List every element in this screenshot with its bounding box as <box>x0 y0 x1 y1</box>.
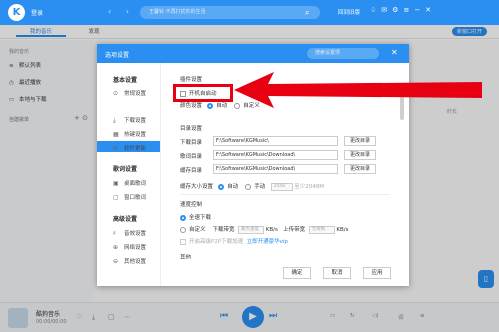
section-directory: 目录设置 <box>180 126 203 132</box>
network-icon: ⊕ <box>113 244 119 251</box>
window-controls: ♤ ✉ ⚙ ≡ − ✕ <box>370 6 436 14</box>
nav-item-hotkey[interactable]: ▦ 热键设置 <box>113 130 146 138</box>
download-icon: ⤓ <box>113 117 116 124</box>
download-dir-button[interactable]: 更改目录 <box>344 136 376 146</box>
cache-auto-radio[interactable] <box>218 183 225 190</box>
ok-button[interactable]: 确定 <box>283 267 311 279</box>
desktop-lyrics-icon: ▣ <box>113 180 119 187</box>
nav-group-advanced: 高级设置 <box>113 216 138 223</box>
dialog-title: 选项设置 <box>105 52 130 59</box>
lyrics-dir-label: 歌词目录 <box>180 154 203 160</box>
section-other: 其他 <box>180 255 192 259</box>
return-old-version-link[interactable]: 回到旧版 <box>338 8 360 16</box>
cache-size-input[interactable]: 2048 <box>270 182 293 191</box>
download-dir-input[interactable]: F:\Software\KGMusic\ <box>213 136 338 146</box>
speed-custom-row: 自定义 下载带宽 最大速度 KB/s 上传带宽 无限制 KB/s <box>180 225 349 234</box>
nav-item-window-lyrics[interactable]: ▢ 窗口歌词 <box>113 193 146 201</box>
vip-link[interactable]: 立即开通豪华vip <box>247 239 288 245</box>
p2p-row: 开启高级P2P下载加速 立即开通豪华vip <box>180 237 288 245</box>
color-auto-radio[interactable] <box>207 102 214 109</box>
settings-icon[interactable]: ⚙ <box>392 6 398 14</box>
login-link[interactable]: 登录 <box>31 8 43 17</box>
keyboard-icon: ▦ <box>113 131 119 138</box>
apply-button[interactable]: 应用 <box>363 267 391 279</box>
title-bar: K 登录 ‹ › ↻ 王馨铃 不再打扰你的生活 ⌕ 回到旧版 ♤ ✉ ⚙ ≡ − ✕ <box>0 0 499 25</box>
divider <box>180 194 390 195</box>
annotation-arrow-icon <box>234 72 482 108</box>
speed-custom-radio[interactable] <box>180 226 186 233</box>
nav-group-basic: 基本设置 <box>113 77 138 84</box>
upload-bw-select[interactable]: 无限制 <box>308 225 335 234</box>
annotation-highlight-box <box>173 84 233 102</box>
nav-item-sound[interactable]: ♯ 音效设置 <box>113 229 146 237</box>
download-dir-label: 下载目录 <box>180 140 203 146</box>
nav-item-other[interactable]: ⊖ 其他设置 <box>113 257 146 265</box>
nav-item-download[interactable]: ⤓ 下载设置 <box>113 116 146 125</box>
kugou-logo: K <box>8 4 25 21</box>
nav-item-plugin[interactable]: ılı 插件设置 <box>113 103 146 111</box>
p2p-checkbox[interactable] <box>180 238 186 245</box>
nav-group-lyrics: 歌词设置 <box>113 166 138 173</box>
lyrics-dir-button[interactable]: 更改目录 <box>344 150 376 160</box>
section-plugin: 插件设置 <box>180 77 203 83</box>
minimize-icon[interactable]: − <box>414 6 420 14</box>
close-icon[interactable]: ✕ <box>391 48 398 57</box>
equalizer-icon: ♯ <box>113 230 116 237</box>
cancel-button[interactable]: 取消 <box>323 267 351 279</box>
settings-icon: ⊙ <box>113 90 119 97</box>
cache-dir-button[interactable]: 更改目录 <box>344 164 376 174</box>
nav-item-update[interactable]: ⊚ 软件更新 <box>113 144 146 152</box>
radio-dot[interactable] <box>180 214 186 221</box>
plugin-icon: ılı <box>113 104 119 111</box>
dialog-header: 选项设置 搜索设置项 ✕ <box>97 44 409 63</box>
more-icon: ⊖ <box>113 258 119 265</box>
cache-size-row: 缓存大小设置 自动 手动 2048 至少2048M <box>180 182 325 191</box>
close-icon[interactable]: ✕ <box>425 6 431 14</box>
search-icon[interactable]: ⌕ <box>305 8 309 18</box>
cache-dir-input[interactable]: F:\Software\KGMusic\Download\ <box>213 164 338 174</box>
dialog-nav: 基本设置 ⊙ 常规设置 ılı 插件设置 ⤓ 下载设置 ▦ 热键设置 ⊚ 软件更新 歌词设… <box>97 63 161 286</box>
lyrics-dir-input[interactable]: F:\Software\KGMusic\Download\ <box>213 150 338 160</box>
update-icon: ⊚ <box>113 145 119 152</box>
search-input[interactable]: 王馨铃 不再打扰你的生活 <box>140 6 320 19</box>
nav-item-desktop-lyrics[interactable]: ▣ 桌面歌词 <box>113 179 146 187</box>
window-lyrics-icon: ▢ <box>113 194 119 201</box>
cache-manual-radio[interactable] <box>245 183 252 190</box>
skin-icon[interactable]: ♤ <box>370 6 376 14</box>
cache-dir-label: 缓存目录 <box>180 168 203 174</box>
dialog-search-input[interactable]: 搜索设置项 <box>307 48 379 59</box>
message-icon[interactable]: ✉ <box>381 6 387 14</box>
download-bw-select[interactable]: 最大速度 <box>238 225 265 234</box>
section-speed: 速度控制 <box>180 202 203 208</box>
nav-item-general[interactable]: ⊙ 常规设置 <box>113 89 146 97</box>
nav-item-network[interactable]: ⊕ 网络设置 <box>113 243 146 251</box>
menu-icon[interactable]: ≡ <box>403 6 409 14</box>
speed-full-radio[interactable]: 全速下载 <box>180 213 211 221</box>
